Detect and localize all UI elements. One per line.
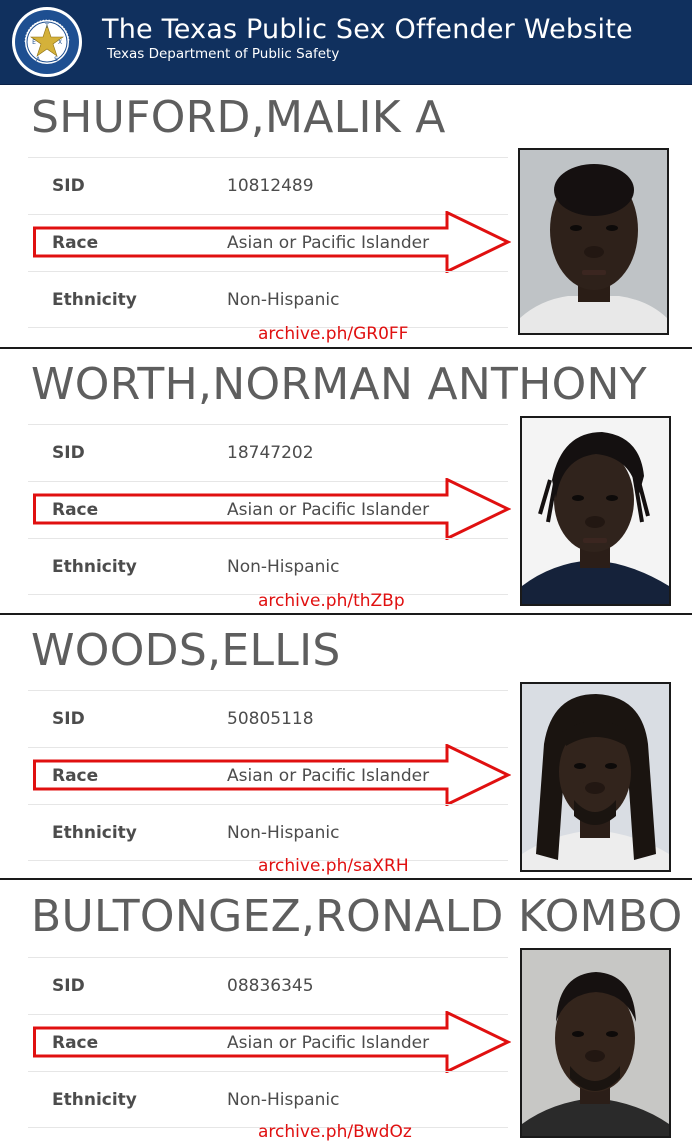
- sid-label: SID: [52, 976, 85, 996]
- site-header: T E X A S The Texas Public Sex Offender …: [0, 0, 692, 85]
- sid-label: SID: [52, 709, 85, 729]
- mugshot-portrait-icon: [520, 150, 667, 333]
- row-divider: [28, 804, 508, 805]
- row-divider: [28, 538, 508, 539]
- row-divider: [28, 1071, 508, 1072]
- row-divider: [28, 690, 508, 691]
- card-divider: [0, 613, 692, 615]
- sid-label: SID: [52, 443, 85, 463]
- sid-value: 10812489: [227, 176, 314, 196]
- race-label: Race: [52, 233, 99, 253]
- sid-value: 08836345: [227, 976, 314, 996]
- seal-letter-s: S: [54, 56, 58, 63]
- mugshot-portrait-icon: [522, 418, 669, 604]
- race-label: Race: [52, 500, 99, 520]
- dps-seal-icon: T E X A S: [12, 7, 82, 77]
- sid-value: 18747202: [227, 443, 314, 463]
- offender-name: BULTONGEZ,RONALD KOMBO: [31, 891, 683, 942]
- card-divider: [0, 878, 692, 880]
- archive-link[interactable]: archive.ph/saXRH: [258, 856, 409, 876]
- race-value: Asian or Pacific Islander: [227, 233, 430, 253]
- sid-label: SID: [52, 176, 85, 196]
- site-title[interactable]: The Texas Public Sex Offender Website: [102, 14, 633, 45]
- archive-link[interactable]: archive.ph/thZBp: [258, 591, 405, 611]
- race-label: Race: [52, 1033, 99, 1053]
- ethnicity-value: Non-Hispanic: [227, 290, 340, 310]
- seal-letter-x: X: [58, 39, 62, 46]
- offender-name: SHUFORD,MALIK A: [31, 92, 446, 143]
- mugshot-photo: [520, 682, 671, 872]
- ethnicity-value: Non-Hispanic: [227, 823, 340, 843]
- ethnicity-value: Non-Hispanic: [227, 1090, 340, 1110]
- card-divider: [0, 347, 692, 349]
- ethnicity-label: Ethnicity: [52, 557, 137, 577]
- sid-value: 50805118: [227, 709, 314, 729]
- ethnicity-value: Non-Hispanic: [227, 557, 340, 577]
- archive-link[interactable]: archive.ph/GR0FF: [258, 324, 408, 344]
- race-value: Asian or Pacific Islander: [227, 1033, 430, 1053]
- race-value: Asian or Pacific Islander: [227, 766, 430, 786]
- ethnicity-label: Ethnicity: [52, 290, 137, 310]
- mugshot-portrait-icon: [522, 684, 669, 870]
- offender-name: WOODS,ELLIS: [31, 625, 341, 676]
- row-divider: [28, 157, 508, 158]
- mugshot-portrait-icon: [522, 950, 669, 1136]
- row-divider: [28, 271, 508, 272]
- row-divider: [28, 957, 508, 958]
- mugshot-photo: [520, 416, 671, 606]
- mugshot-photo: [518, 148, 669, 335]
- ethnicity-label: Ethnicity: [52, 823, 137, 843]
- offender-name: WORTH,NORMAN ANTHONY: [31, 359, 647, 410]
- seal-letter-t: T: [44, 23, 49, 30]
- seal-letter-e: E: [32, 39, 36, 46]
- race-value: Asian or Pacific Islander: [227, 500, 430, 520]
- site-subtitle: Texas Department of Public Safety: [107, 46, 340, 62]
- row-divider: [28, 424, 508, 425]
- ethnicity-label: Ethnicity: [52, 1090, 137, 1110]
- archive-link[interactable]: archive.ph/BwdOz: [258, 1122, 412, 1142]
- mugshot-photo: [520, 948, 671, 1138]
- race-label: Race: [52, 766, 99, 786]
